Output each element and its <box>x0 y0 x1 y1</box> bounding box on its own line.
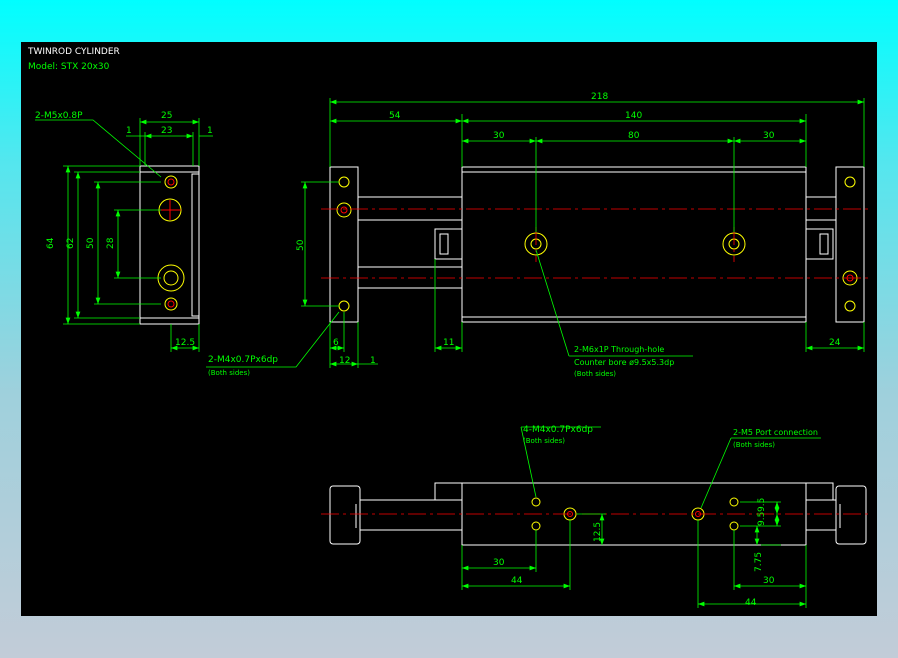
front-view <box>329 166 865 323</box>
dim-54: 54 <box>389 111 401 121</box>
dim-bottom-30b: 30 <box>763 576 775 586</box>
note-port-title: 2-M5 Port connection <box>733 428 818 437</box>
drawing-title: TWINROD CYLINDER <box>27 47 120 57</box>
dim-30b: 30 <box>763 131 775 141</box>
front-centerlines <box>321 208 871 279</box>
dim-80: 80 <box>628 131 640 141</box>
model-label: Model: STX 20x30 <box>28 62 110 72</box>
dim-side-28: 28 <box>106 237 116 249</box>
dim-24: 24 <box>829 338 841 348</box>
dim-6: 6 <box>333 338 339 348</box>
dim-11: 11 <box>443 338 454 348</box>
dim-side-25: 25 <box>161 111 172 121</box>
dim-side-23: 23 <box>161 126 172 136</box>
dim-side-1b: 1 <box>207 126 213 136</box>
left-end-plate <box>329 166 359 323</box>
dim-side-50: 50 <box>86 237 96 249</box>
dim-bottom-9-5b: 9.5 <box>757 512 767 526</box>
dim-overall-218: 218 <box>591 92 608 102</box>
cylinder-body <box>461 166 807 323</box>
dim-12: 12 <box>339 356 350 366</box>
note-m6-counterbore: Counter bore ø9.5x5.3dp <box>574 358 674 367</box>
cad-drawing: TWINROD CYLINDER Model: STX 20x30 25 23 … <box>27 47 871 608</box>
note-m4-title: 2-M4x0.7Px6dp <box>208 355 278 365</box>
side-view-holes <box>157 175 185 311</box>
side-view-body <box>139 165 200 325</box>
right-end-plate <box>835 166 865 323</box>
note-port-sub: (Both sides) <box>733 441 775 449</box>
dim-bottom-9-5a: 9.5 <box>757 498 767 512</box>
note-m4b-title: 4-M4x0.7Px6dp <box>523 425 593 435</box>
note-m6-sub: (Both sides) <box>574 370 616 378</box>
dim-front-50: 50 <box>296 239 306 251</box>
side-view-dimensions <box>35 118 213 352</box>
note-m4b-sub: (Both sides) <box>523 437 565 445</box>
dim-140: 140 <box>625 111 642 121</box>
dim-bottom-12-5: 12.5 <box>593 522 603 542</box>
dim-side-1a: 1 <box>126 126 132 136</box>
dim-side-12-5: 12.5 <box>175 338 195 348</box>
note-m6-title: 2-M6x1P Through-hole <box>574 345 664 354</box>
dim-bottom-7-75: 7.75 <box>754 552 764 572</box>
note-m4-sub: (Both sides) <box>208 369 250 377</box>
drawing-canvas: TWINROD CYLINDER Model: STX 20x30 25 23 … <box>21 42 877 616</box>
dim-bottom-44b: 44 <box>745 598 757 608</box>
note-m5-thread: 2-M5x0.8P <box>35 111 83 121</box>
dim-side-62: 62 <box>66 238 76 249</box>
dim-bottom-44: 44 <box>511 576 523 586</box>
dim-30a: 30 <box>493 131 505 141</box>
side-view <box>139 165 200 325</box>
dim-bottom-30: 30 <box>493 558 505 568</box>
dim-side-64: 64 <box>46 237 56 249</box>
dim-1c: 1 <box>370 356 376 366</box>
